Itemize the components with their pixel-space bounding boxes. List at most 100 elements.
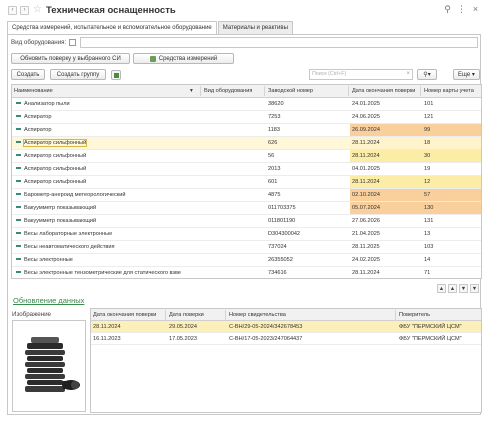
cell-serial: 56 — [268, 153, 275, 159]
cell-card: 19 — [424, 166, 431, 172]
item-marker-icon — [16, 232, 21, 235]
bellows-aspirator-image — [25, 337, 80, 392]
cell-date: 28.11.2024 — [350, 137, 422, 149]
cell-name: Барометр-анероид метеорологический — [12, 189, 199, 201]
cell-card: 99 — [422, 124, 481, 136]
cell-card: 30 — [422, 150, 481, 162]
cell-card: 130 — [422, 202, 481, 214]
clear-icon[interactable]: × — [406, 70, 410, 79]
col-card-header[interactable]: Номер карты учета — [422, 85, 481, 97]
favorite-star-icon[interactable]: ☆ — [33, 5, 42, 15]
col-type-header[interactable]: Вид оборудования — [202, 85, 255, 97]
cell-end-date: 28.11.2024 — [93, 324, 121, 330]
sort-icon[interactable]: ▾ — [188, 85, 198, 97]
item-marker-icon — [16, 128, 21, 131]
cell-date: 21.04.2025 — [352, 231, 380, 237]
table-row[interactable]: Аспиратор сильфонный 56 28.11.2024 30 — [12, 150, 481, 163]
item-marker-icon — [16, 141, 21, 144]
table-row[interactable]: Весы электронные тензометрические для ст… — [12, 267, 481, 278]
col-end-date-header[interactable]: Дата окончания поверки — [91, 309, 165, 321]
search-placeholder: Поиск (Ctrl+F) — [312, 71, 347, 77]
history-row[interactable]: 16.11.2023 17.05.2023 С-ВН/17-05-2023/2470… — [91, 333, 481, 345]
measuring-tools-button[interactable]: Средства измерений — [133, 53, 234, 64]
cell-type — [202, 215, 255, 227]
create-button[interactable]: Создать — [11, 69, 45, 80]
cell-card: 18 — [422, 137, 481, 149]
cell-type — [202, 241, 255, 253]
tab-bar: Средства измерений, испытательное и вспо… — [7, 21, 294, 34]
excel-export-icon[interactable] — [111, 70, 121, 80]
cell-type — [202, 137, 255, 149]
forward-button[interactable]: › — [20, 5, 29, 15]
link-icon[interactable]: ⚲ — [442, 4, 453, 15]
create-label: Создать — [16, 71, 40, 78]
back-button[interactable]: ‹ — [8, 5, 17, 15]
table-row[interactable]: Аспиратор сильфонный 601 28.11.2024 12 — [12, 176, 481, 189]
table-row[interactable]: Анализатор пыли 38620 24.01.2025 101 — [12, 98, 481, 111]
close-icon[interactable]: × — [470, 4, 481, 15]
cell-name: Вакуумметр показывающий — [12, 215, 199, 227]
table-row[interactable]: Аспиратор сильфонный 626 28.11.2024 18 — [12, 137, 481, 150]
table-row[interactable]: Весы электронные 26355052 24.02.2025 14 — [12, 254, 481, 267]
col-name-header[interactable]: Наименование — [12, 85, 199, 97]
history-row[interactable]: 28.11.2024 29.05.2024 С-ВН/29-05-2024/3426… — [91, 321, 481, 333]
scroll-up-icon[interactable]: ▲ — [448, 284, 457, 293]
search-input[interactable]: Поиск (Ctrl+F) × — [309, 69, 413, 80]
table-row[interactable]: Весы лабораторные электронные D304300042 2… — [12, 228, 481, 241]
table-row[interactable]: Вакуумметр показывающий 011801190 27.06.20… — [12, 215, 481, 228]
cell-card: 71 — [424, 270, 431, 276]
table-row[interactable]: Аспиратор 1183 26.09.2024 99 — [12, 124, 481, 137]
title-bar: ‹ › ☆ Техническая оснащенность ⚲ ⋮ × — [0, 0, 487, 20]
scroll-bottom-icon[interactable]: ▼ — [470, 284, 479, 293]
cell-date: 05.07.2024 — [350, 202, 422, 214]
scroll-down-icon[interactable]: ▼ — [459, 284, 468, 293]
create-group-button[interactable]: Создать группу — [50, 69, 106, 80]
search-button[interactable]: ⚲▾ — [417, 69, 437, 80]
col-verifier-header[interactable]: Поверитель — [397, 309, 481, 321]
search-icon: ⚲▾ — [423, 72, 431, 78]
cell-name: Весы лабораторные электронные — [12, 228, 199, 240]
table-row[interactable]: Вакуумметр показывающий 011703375 05.07.20… — [12, 202, 481, 215]
equipment-table[interactable]: Наименование ▾ Вид оборудования Заводско… — [11, 84, 482, 279]
cell-name: Весы электронные тензометрические для ст… — [12, 267, 199, 278]
col-date-header[interactable]: Дата окончания поверки — [350, 85, 422, 97]
verification-history-table[interactable]: Дата окончания поверки Дата поверки Номе… — [90, 308, 482, 413]
table-row[interactable]: Аспиратор сильфонный 2013 04.01.2025 19 — [12, 163, 481, 176]
more-button[interactable]: Еще ▾ — [453, 69, 480, 80]
cell-serial: 38620 — [268, 101, 284, 107]
cell-date: 28.11.2025 — [352, 244, 380, 250]
equipment-type-field[interactable] — [80, 37, 478, 48]
col-cert-header[interactable]: Номер свидетельства — [227, 309, 397, 321]
cell-check-date: 17.05.2023 — [169, 336, 197, 342]
equipment-image — [12, 320, 86, 412]
table-row[interactable]: Барометр-анероид метеорологический 4875 02… — [12, 189, 481, 202]
col-serial-header[interactable]: Заводской номер — [266, 85, 350, 97]
cell-type — [202, 176, 255, 188]
table-row[interactable]: Весы неавтоматического действия 737024 28.… — [12, 241, 481, 254]
equipment-type-checkbox[interactable] — [69, 39, 76, 46]
cell-name: Весы электронные — [12, 254, 199, 266]
cell-verifier: ФБУ "ПЕРМСКИЙ ЦСМ" — [399, 336, 462, 342]
cell-date: 26.09.2024 — [350, 124, 422, 136]
cell-serial: 734616 — [268, 270, 287, 276]
cell-date: 28.11.2024 — [350, 176, 422, 188]
image-label: Изображение — [12, 311, 51, 318]
scroll-top-icon[interactable]: ▲ — [437, 284, 446, 293]
cell-name: Аспиратор — [12, 111, 199, 123]
col-check-date-header[interactable]: Дата поверки — [167, 309, 225, 321]
cell-serial: 2013 — [268, 166, 281, 172]
item-marker-icon — [16, 271, 21, 274]
window-title: Техническая оснащенность — [45, 4, 176, 16]
update-check-button[interactable]: Обновить поверку у выбранного СИ — [11, 53, 130, 64]
measuring-tools-label: Средства измерений — [158, 55, 218, 62]
cell-card: 101 — [424, 101, 434, 107]
item-marker-icon — [16, 115, 21, 118]
update-data-link[interactable]: Обновление данных — [13, 296, 84, 305]
table-header: Наименование ▾ Вид оборудования Заводско… — [12, 85, 481, 98]
menu-dots-icon[interactable]: ⋮ — [456, 4, 467, 15]
tab-materials-reagents[interactable]: Материалы и реактивы — [217, 21, 293, 34]
tab-measuring-equipment[interactable]: Средства измерений, испытательное и вспо… — [7, 21, 217, 34]
table-row[interactable]: Аспиратор 7253 24.06.2025 121 — [12, 111, 481, 124]
cell-name: Аспиратор сильфонный — [12, 150, 199, 162]
cell-type — [202, 228, 255, 240]
